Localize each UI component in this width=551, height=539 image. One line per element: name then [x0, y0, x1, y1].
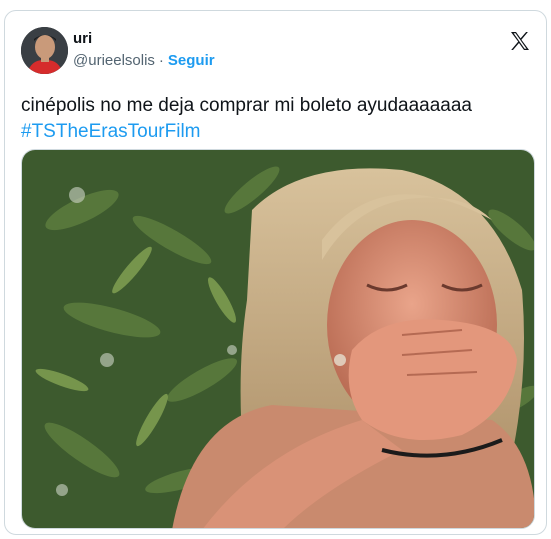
x-logo-icon[interactable] — [508, 29, 532, 53]
follow-button[interactable]: Seguir — [168, 52, 215, 69]
author-name[interactable]: uri — [73, 30, 92, 47]
tweet-body: cinépolis no me deja comprar mi boleto a… — [21, 95, 472, 116]
avatar[interactable] — [21, 27, 68, 74]
tweet-card[interactable]: uri @urieelsolis · Seguir cinépolis no me … — [4, 10, 547, 535]
hashtag-link[interactable]: #TSTheErasTourFilm — [21, 119, 531, 145]
author-handle[interactable]: @urieelsolis — [73, 52, 155, 69]
tweet-text: cinépolis no me deja comprar mi boleto a… — [21, 93, 531, 145]
tweet-media-image[interactable] — [21, 149, 535, 529]
media-photo — [22, 150, 534, 528]
avatar-image — [21, 27, 68, 74]
handle-row: @urieelsolis · Seguir — [73, 52, 215, 69]
separator-dot: · — [158, 52, 164, 69]
